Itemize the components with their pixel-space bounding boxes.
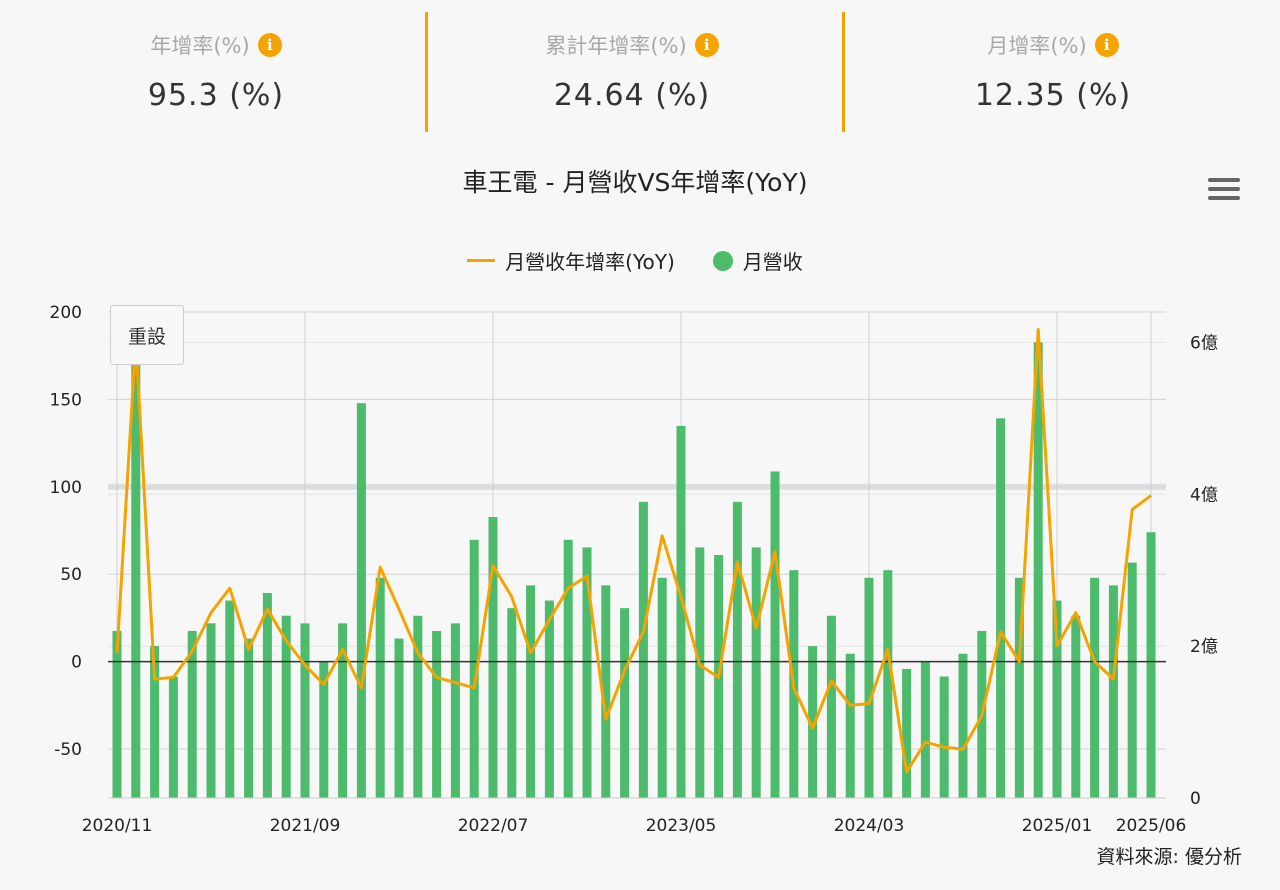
source-credit: 資料來源: 優分析 [1096,846,1242,868]
y-tick-label-left: 100 [50,478,82,498]
revenue-bar [450,623,460,798]
revenue-bar [1127,562,1137,798]
revenue-bar [920,661,930,798]
revenue-bar [902,668,912,798]
revenue-bar [563,539,573,798]
y-tick-label-right: 4億 [1190,485,1218,505]
revenue-bar [883,570,893,798]
x-tick-label: 2025/06 [1116,816,1187,836]
chart-plot: -50 0 50 100 150 200 0 2億 4億 6億 2020/11 2021/09 2022… [50,303,1218,836]
revenue-bar [244,638,254,798]
revenue-bar [356,403,366,798]
revenue-bar [770,471,780,798]
revenue-bar [375,577,385,798]
revenue-bar [488,517,498,798]
x-tick-label: 2025/01 [1022,816,1093,836]
revenue-bar [845,653,855,798]
y-tick-label-left: 0 [71,653,82,673]
revenue-bar [939,676,949,798]
revenue-bar [1071,615,1081,798]
revenue-bar [1146,532,1156,798]
revenue-bar [507,608,517,798]
revenue-bar [112,630,122,798]
revenue-bar [620,608,630,798]
y-tick-label-right: 0 [1190,789,1201,809]
x-tick-label: 2021/09 [270,816,341,836]
revenue-bar [544,600,554,798]
revenue-bar [1090,577,1100,798]
y-tick-label-right: 6億 [1190,333,1218,353]
x-tick-label: 2022/07 [458,816,529,836]
revenue-bar [526,585,536,798]
x-tick-label: 2023/05 [646,816,717,836]
revenue-bar [958,653,968,798]
revenue-bar [300,623,310,798]
y-tick-label-left: 150 [50,390,82,410]
revenue-bar [996,418,1006,798]
revenue-bar [206,623,216,798]
revenue-bar [657,577,667,798]
y-tick-label-right: 2億 [1190,637,1218,657]
y-tick-label-left: 50 [60,565,82,585]
revenue-bar [225,600,235,798]
revenue-bar [168,676,178,798]
y-tick-label-left: -50 [54,740,82,760]
y-tick-label-left: 200 [50,303,82,323]
revenue-bar [432,630,442,798]
revenue-bar [394,638,404,798]
revenue-bar [826,615,836,798]
reset-zoom-button[interactable]: 重設 [110,305,184,365]
x-tick-label: 2024/03 [834,816,905,836]
revenue-bar [864,577,874,798]
revenue-bar [262,592,272,798]
x-tick-label: 2020/11 [82,816,153,836]
revenue-bar [1108,585,1118,798]
revenue-bar [638,501,648,798]
yoy-line [115,328,1152,774]
revenue-bar [751,547,761,798]
revenue-bar [695,547,705,798]
gridband [108,483,1166,490]
revenue-bar [732,501,742,798]
